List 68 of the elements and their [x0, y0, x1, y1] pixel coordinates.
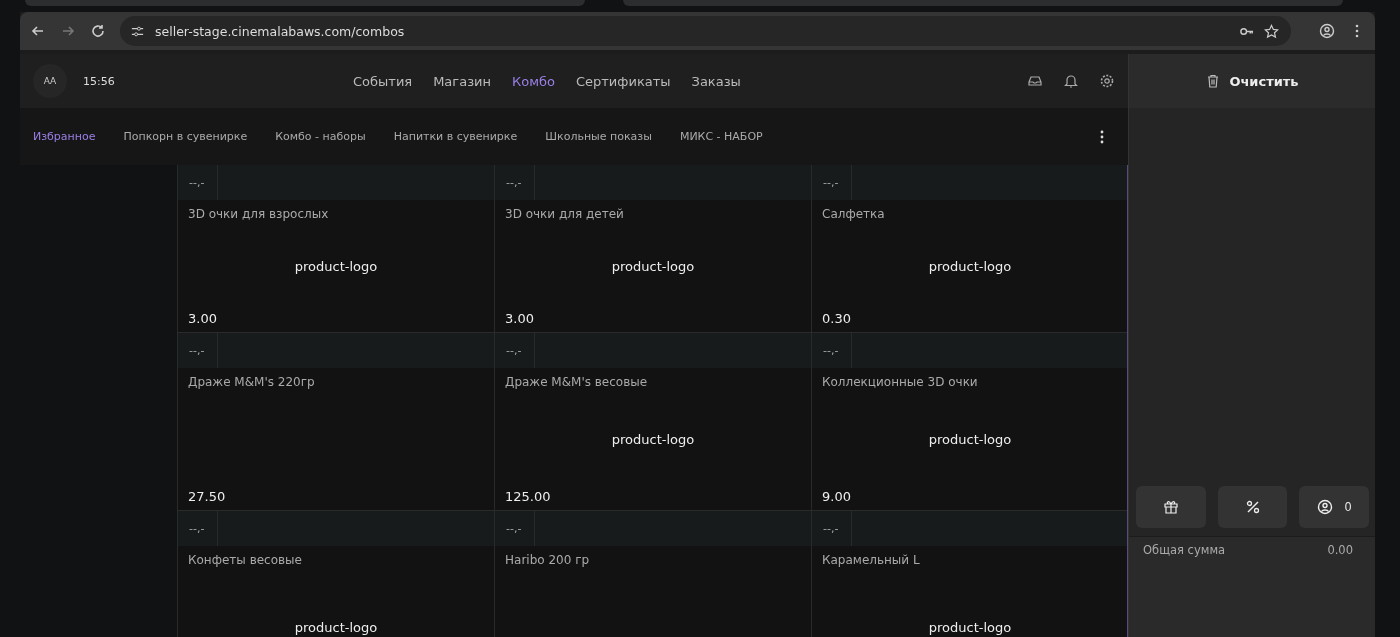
product-name: Haribo 200 гр	[504, 552, 591, 567]
product-card[interactable]: --,- 3D очки для взрослых product-logo 3.00	[178, 165, 495, 333]
total-label: Общая сумма	[1143, 543, 1226, 557]
broken-image-alt: product-logo	[294, 258, 378, 274]
product-card[interactable]: --,- Карамельный L product-logo	[812, 511, 1127, 637]
category-tab[interactable]: МИКС - НАБОР	[679, 130, 763, 143]
quantity-label: --,-	[495, 511, 535, 546]
star-icon[interactable]	[1264, 23, 1279, 39]
product-name: Драже M&M's 220гр	[187, 374, 316, 389]
product-price: 125.00	[504, 489, 552, 506]
product-price: 27.50	[187, 489, 227, 506]
nav-tab[interactable]: Комбо	[512, 73, 555, 89]
percent-icon	[1244, 499, 1261, 515]
settings-icon[interactable]	[1099, 73, 1115, 89]
total-amount: 0.00	[1327, 543, 1353, 557]
product-card[interactable]: --,- 3D очки для детей product-logo 3.00	[495, 165, 812, 333]
quantity-label: --,-	[178, 333, 218, 368]
product-card[interactable]: --,- Салфетка product-logo 0.30	[812, 165, 1127, 333]
discount-button[interactable]	[1217, 486, 1288, 528]
product-name: Салфетка	[821, 206, 886, 221]
category-tab[interactable]: Напитки в сувенирке	[393, 130, 518, 143]
customer-button[interactable]: 0	[1299, 486, 1369, 528]
quantity-label: --,-	[812, 511, 852, 546]
broken-image-alt: product-logo	[928, 258, 1012, 274]
user-avatar[interactable]: AA	[33, 64, 67, 98]
user-icon	[1316, 499, 1333, 515]
product-name: Карамельный L	[821, 552, 921, 567]
product-card[interactable]: --,- Haribo 200 гр	[495, 511, 812, 637]
product-price: 9.00	[821, 489, 852, 506]
product-name: Конфеты весовые	[187, 552, 303, 567]
product-price: 3.00	[504, 311, 535, 328]
broken-image-alt: product-logo	[611, 258, 695, 274]
quantity-label: --,-	[178, 165, 218, 200]
product-card[interactable]: --,- Драже M&M's весовые product-logo 125.00	[495, 333, 812, 511]
product-card[interactable]: --,- Конфеты весовые product-logo	[178, 511, 495, 637]
product-name: 3D очки для детей	[504, 206, 625, 221]
gift-icon	[1162, 499, 1179, 515]
product-card[interactable]: --,- Коллекционные 3D очки product-logo 9.00	[812, 333, 1127, 511]
broken-image-alt: product-logo	[928, 620, 1012, 635]
product-price: 0.30	[821, 311, 852, 328]
category-tab[interactable]: Попкорн в сувенирке	[123, 130, 248, 143]
nav-tab[interactable]: Сертификаты	[575, 73, 671, 89]
quantity-label: --,-	[812, 333, 852, 368]
broken-image-alt: product-logo	[928, 431, 1012, 447]
nav-tab[interactable]: Заказы	[691, 73, 741, 89]
gift-button[interactable]	[1136, 486, 1206, 528]
address-bar[interactable]: seller-stage.cinemalabaws.com/combos	[120, 16, 1291, 46]
quantity-label: --,-	[495, 333, 535, 368]
product-name: 3D очки для взрослых	[187, 206, 330, 221]
bell-icon[interactable]	[1063, 73, 1079, 89]
nav-tab[interactable]: Магазин	[433, 73, 491, 89]
clear-button[interactable]: Очистить	[1199, 72, 1305, 90]
reload-icon[interactable]	[90, 23, 106, 39]
category-tab[interactable]: Комбо - наборы	[275, 130, 366, 143]
broken-image-alt: product-logo	[611, 431, 695, 447]
quantity-label: --,-	[812, 165, 852, 200]
profile-icon[interactable]	[1319, 23, 1335, 39]
product-price: 3.00	[187, 311, 218, 328]
inbox-icon[interactable]	[1027, 73, 1043, 89]
quantity-label: --,-	[178, 511, 218, 546]
quantity-label: --,-	[495, 165, 535, 200]
category-tab[interactable]: Школьные показы	[545, 130, 652, 143]
broken-image-alt: product-logo	[294, 620, 378, 635]
product-name: Драже M&M's весовые	[504, 374, 649, 389]
nav-tab[interactable]: События	[353, 73, 413, 89]
product-name: Коллекционные 3D очки	[821, 374, 979, 389]
category-tab[interactable]: Избранное	[33, 130, 96, 143]
clock-time: 15:56	[83, 74, 116, 88]
